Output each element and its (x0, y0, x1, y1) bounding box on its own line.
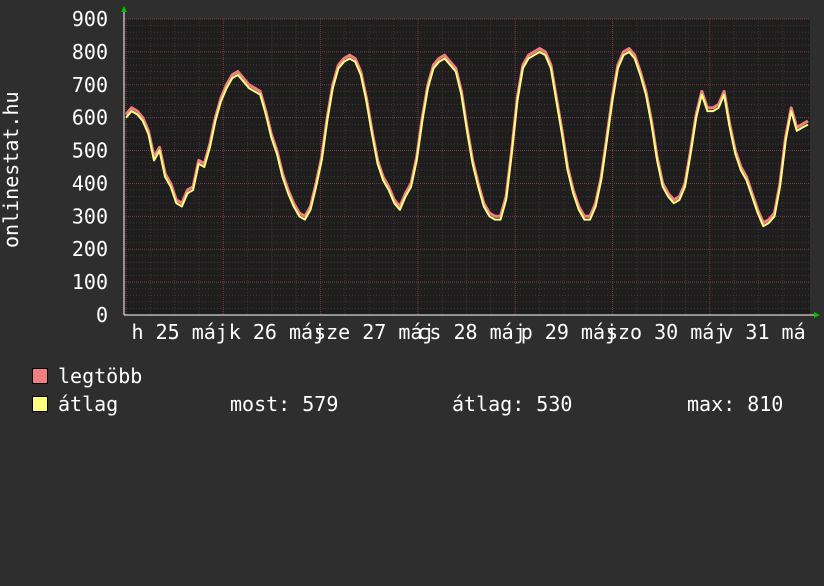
legend-swatch-max (32, 368, 48, 384)
stat-max: max: 810 (687, 392, 784, 416)
x-tick-label: cs 28 máj (417, 320, 525, 344)
x-tick-label: h 25 máj (131, 320, 227, 344)
legend-label-max: legtöbb (58, 364, 143, 388)
line-chart: onlinestat.hu 0 100 200 300 400 500 600 700 800 9… (0, 6, 820, 344)
x-axis-arrow (814, 312, 820, 318)
chart-vertical-label: onlinestat.hu (0, 91, 23, 248)
legend-item-max: legtöbb (30, 362, 820, 390)
y-tick-label: 500 (72, 139, 108, 163)
legend-item-avg: átlag most: 579 átlag: 530 max: 810 (30, 390, 820, 418)
y-tick-label: 300 (72, 204, 108, 228)
y-tick-label: 200 (72, 237, 108, 261)
y-tick-label: 0 (96, 303, 108, 327)
y-tick-label: 800 (72, 40, 108, 64)
legend-label-avg: átlag (58, 392, 119, 416)
stat-now: most: 579 (230, 392, 339, 416)
y-tick-label: 100 (72, 270, 108, 294)
x-tick-label: k 26 máj (229, 320, 325, 344)
y-axis-arrow (121, 6, 127, 12)
x-tick-label: v 31 má (721, 320, 805, 344)
legend-swatch-avg (32, 396, 48, 412)
plot-area: 0 100 200 300 400 500 600 700 800 900 h 25 máj k 26… (72, 6, 820, 344)
stat-average: átlag: 530 (452, 392, 573, 416)
x-tick-label: p 29 máj (521, 320, 617, 344)
legend: legtöbb átlag most: 579 átlag: 530 max: … (30, 362, 820, 418)
x-tick-label: szo 30 máj (606, 320, 726, 344)
y-tick-label: 400 (72, 171, 108, 195)
y-tick-label: 600 (72, 106, 108, 130)
y-tick-label: 700 (72, 73, 108, 97)
y-tick-label: 900 (72, 7, 108, 31)
